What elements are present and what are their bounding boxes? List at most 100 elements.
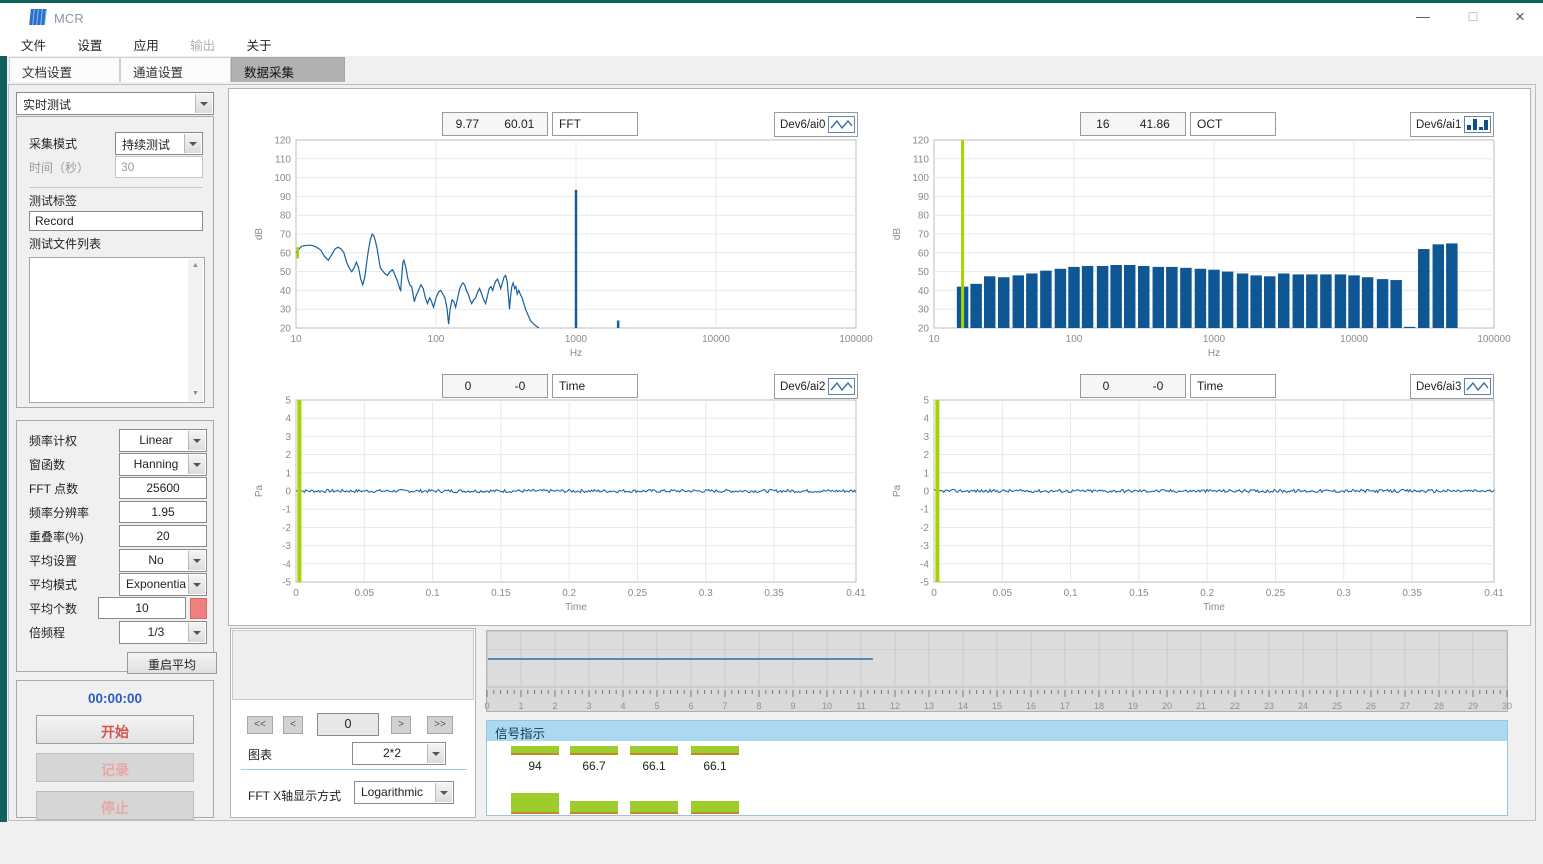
- svg-text:18: 18: [1094, 701, 1104, 711]
- svg-text:-5: -5: [282, 578, 291, 589]
- svg-text:1: 1: [285, 468, 291, 479]
- record-timeline[interactable]: 0123456789101112131415161718192021222324…: [486, 630, 1508, 712]
- svg-text:0.3: 0.3: [699, 588, 713, 599]
- maximize-button[interactable]: □: [1450, 3, 1496, 30]
- fft-channel-box[interactable]: Dev6/ai0: [774, 112, 858, 137]
- svg-text:11: 11: [856, 701, 865, 711]
- fft-chart[interactable]: 2030405060708090100110120101001000100001…: [230, 138, 868, 362]
- test-tag-field[interactable]: Record: [29, 211, 203, 231]
- page-last-button[interactable]: >>: [427, 716, 453, 734]
- svg-text:dB: dB: [892, 228, 903, 241]
- fft-cursor-y: 60.01: [504, 117, 534, 131]
- oct-channel-box[interactable]: Dev6/ai1: [1410, 112, 1494, 137]
- svg-text:Time: Time: [1203, 602, 1225, 613]
- tab-document-settings[interactable]: 文档设置: [9, 57, 120, 82]
- tab-data-acquisition[interactable]: 数据采集: [231, 57, 345, 82]
- oct-chart[interactable]: 2030405060708090100110120101001000100001…: [868, 138, 1506, 362]
- svg-text:0.25: 0.25: [628, 588, 648, 599]
- svg-text:60: 60: [918, 248, 930, 259]
- time2-channel-label: Dev6/ai2: [780, 381, 825, 393]
- time2-chart[interactable]: -5-4-3-2-101234500.050.10.150.20.250.30.…: [230, 398, 868, 622]
- svg-text:Time: Time: [565, 602, 587, 613]
- menu-settings[interactable]: 设置: [70, 35, 109, 54]
- time2-cursor-y: -0: [515, 379, 526, 393]
- close-button[interactable]: ×: [1497, 3, 1543, 30]
- svg-text:0: 0: [484, 701, 489, 711]
- svg-text:1000: 1000: [565, 334, 588, 345]
- signal-channel: 66.1: [691, 746, 739, 814]
- oct-cursor-x: 16: [1096, 117, 1109, 131]
- test-mode-select[interactable]: 实时测试: [16, 92, 214, 115]
- time3-channel-box[interactable]: Dev6/ai3: [1410, 374, 1494, 399]
- svg-text:2: 2: [552, 701, 557, 711]
- fft-points-field[interactable]: 25600: [119, 477, 207, 499]
- octave-select[interactable]: 1/3: [119, 621, 207, 644]
- scroll-up-icon[interactable]: ▲: [188, 259, 203, 273]
- chevron-down-icon[interactable]: [188, 431, 205, 450]
- sidebar: 实时测试 采集模式 持续测试 时间（秒） 30 测试标签 Record 测试文件…: [12, 88, 218, 818]
- svg-text:110: 110: [913, 154, 929, 165]
- minimize-button[interactable]: —: [1400, 3, 1446, 30]
- chevron-down-icon[interactable]: [188, 455, 205, 474]
- svg-text:9: 9: [790, 701, 795, 711]
- chart-layout-select[interactable]: 2*2: [352, 742, 446, 765]
- svg-text:Pa: Pa: [892, 484, 903, 497]
- svg-text:70: 70: [280, 230, 292, 241]
- chevron-down-icon[interactable]: [195, 94, 212, 113]
- scroll-down-icon[interactable]: ▼: [188, 387, 203, 401]
- time2-cursor-readout: 0 -0: [442, 374, 548, 398]
- menu-file[interactable]: 文件: [14, 35, 53, 54]
- svg-text:110: 110: [275, 154, 291, 165]
- tab-bar: 文档设置 通道设置 数据采集: [0, 56, 1543, 82]
- test-file-list[interactable]: ▲ ▼: [29, 257, 205, 403]
- tab-channel-settings[interactable]: 通道设置: [120, 57, 231, 82]
- svg-text:30: 30: [280, 305, 292, 316]
- chevron-down-icon[interactable]: [188, 575, 205, 594]
- svg-text:16: 16: [1026, 701, 1036, 711]
- chevron-down-icon[interactable]: [427, 744, 444, 763]
- svg-text:-5: -5: [920, 578, 929, 589]
- page-first-button[interactable]: <<: [247, 716, 273, 734]
- time2-channel-box[interactable]: Dev6/ai2: [774, 374, 858, 399]
- avg-mode-select[interactable]: Exponential: [119, 573, 207, 596]
- fft-type-box[interactable]: FFT: [552, 112, 638, 136]
- menu-output: 输出: [183, 35, 222, 54]
- freq-resolution-field[interactable]: 1.95: [119, 501, 207, 523]
- time3-chart[interactable]: -5-4-3-2-101234500.050.10.150.20.250.30.…: [868, 398, 1506, 622]
- waveform-icon: [1464, 378, 1491, 395]
- chevron-down-icon[interactable]: [184, 134, 201, 153]
- overlap-field[interactable]: 20: [119, 525, 207, 547]
- weighting-select[interactable]: Linear: [119, 429, 207, 452]
- page-next-button[interactable]: >: [391, 716, 411, 734]
- svg-text:20: 20: [1162, 701, 1172, 711]
- fft-xaxis-select[interactable]: Logarithmic: [354, 781, 454, 804]
- acq-time-field: 30: [115, 156, 203, 178]
- svg-text:40: 40: [918, 286, 930, 297]
- oct-type-box[interactable]: OCT: [1190, 112, 1276, 136]
- oct-cursor-y: 41.86: [1140, 117, 1170, 131]
- avg-setting-label: 平均设置: [29, 552, 77, 569]
- window-func-select[interactable]: Hanning: [119, 453, 207, 476]
- restart-average-button[interactable]: 重启平均: [127, 652, 217, 674]
- scrollbar[interactable]: ▲ ▼: [188, 259, 203, 401]
- time2-type-box[interactable]: Time: [552, 374, 638, 398]
- page-number-field[interactable]: 0: [317, 713, 379, 736]
- menu-about[interactable]: 关于: [239, 35, 278, 54]
- time2-cursor-x: 0: [465, 379, 472, 393]
- svg-text:70: 70: [918, 230, 930, 241]
- time3-cursor-y: -0: [1153, 379, 1164, 393]
- signal-channel: 66.7: [570, 746, 618, 814]
- menu-apply[interactable]: 应用: [127, 35, 166, 54]
- acq-mode-select[interactable]: 持续测试: [115, 132, 203, 155]
- svg-text:0.2: 0.2: [1200, 588, 1214, 599]
- chevron-down-icon[interactable]: [188, 551, 205, 570]
- fft-xaxis-label: FFT X轴显示方式: [248, 787, 341, 804]
- avg-count-field[interactable]: 10: [98, 597, 186, 619]
- svg-text:1: 1: [518, 701, 523, 711]
- chevron-down-icon[interactable]: [435, 783, 452, 802]
- time3-type-box[interactable]: Time: [1190, 374, 1276, 398]
- avg-setting-select[interactable]: No: [119, 549, 207, 572]
- start-button[interactable]: 开始: [36, 715, 194, 744]
- page-prev-button[interactable]: <: [283, 716, 303, 734]
- chevron-down-icon[interactable]: [188, 623, 205, 642]
